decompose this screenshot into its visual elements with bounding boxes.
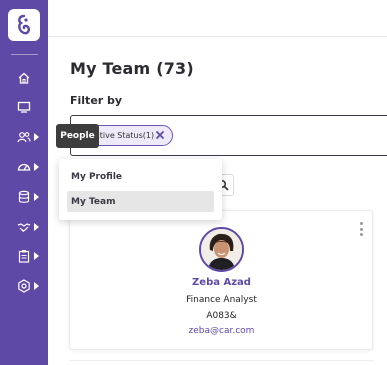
employee-code: A083& [206,311,237,321]
sidebar-item-data[interactable] [0,186,48,208]
monitor-icon [17,101,31,113]
chevron-right-icon [34,163,39,171]
page-title: My Team (73) [70,59,194,78]
gauge-icon [17,163,31,171]
profile-photo [201,229,242,270]
chevron-right-icon [34,282,39,290]
more-options-icon[interactable] [358,222,364,236]
hand-logo-icon [18,14,30,35]
sidebar-item-partners[interactable] [0,216,48,238]
sidebar-item-dashboard[interactable] [0,156,48,178]
filter-chip-label: Active Status(1) [90,131,155,140]
nav-tooltip: People [56,124,99,148]
filter-label: Filter by [70,94,123,107]
sidebar-item-home[interactable] [0,67,48,89]
clipboard-icon [18,250,30,263]
app-logo[interactable] [8,9,40,41]
people-submenu: My Profile My Team [59,159,222,220]
chevron-right-icon [34,252,39,260]
sidebar [0,0,48,365]
chevron-right-icon [34,133,39,141]
sidebar-item-monitor[interactable] [0,96,48,118]
sidebar-item-people[interactable] [0,126,48,148]
handshake-icon [17,223,31,232]
menu-item-my-team[interactable]: My Team [67,191,214,212]
settings-icon [18,279,30,293]
employee-role: Finance Analyst [186,295,257,305]
database-icon [18,190,30,203]
avatar [199,227,244,272]
employee-name[interactable]: Zeba Azad [150,277,293,288]
close-icon[interactable] [154,129,166,141]
people-icon [17,132,31,143]
sidebar-item-settings[interactable] [0,275,48,297]
top-bar [48,0,387,37]
home-icon [18,72,30,84]
chevron-right-icon [34,193,39,201]
sidebar-item-reports[interactable] [0,245,48,267]
chevron-right-icon [34,223,39,231]
sidebar-divider [11,54,38,55]
next-card-edge [69,360,373,365]
employee-email[interactable]: zeba@car.com [150,326,293,336]
menu-item-my-profile[interactable]: My Profile [67,166,214,187]
